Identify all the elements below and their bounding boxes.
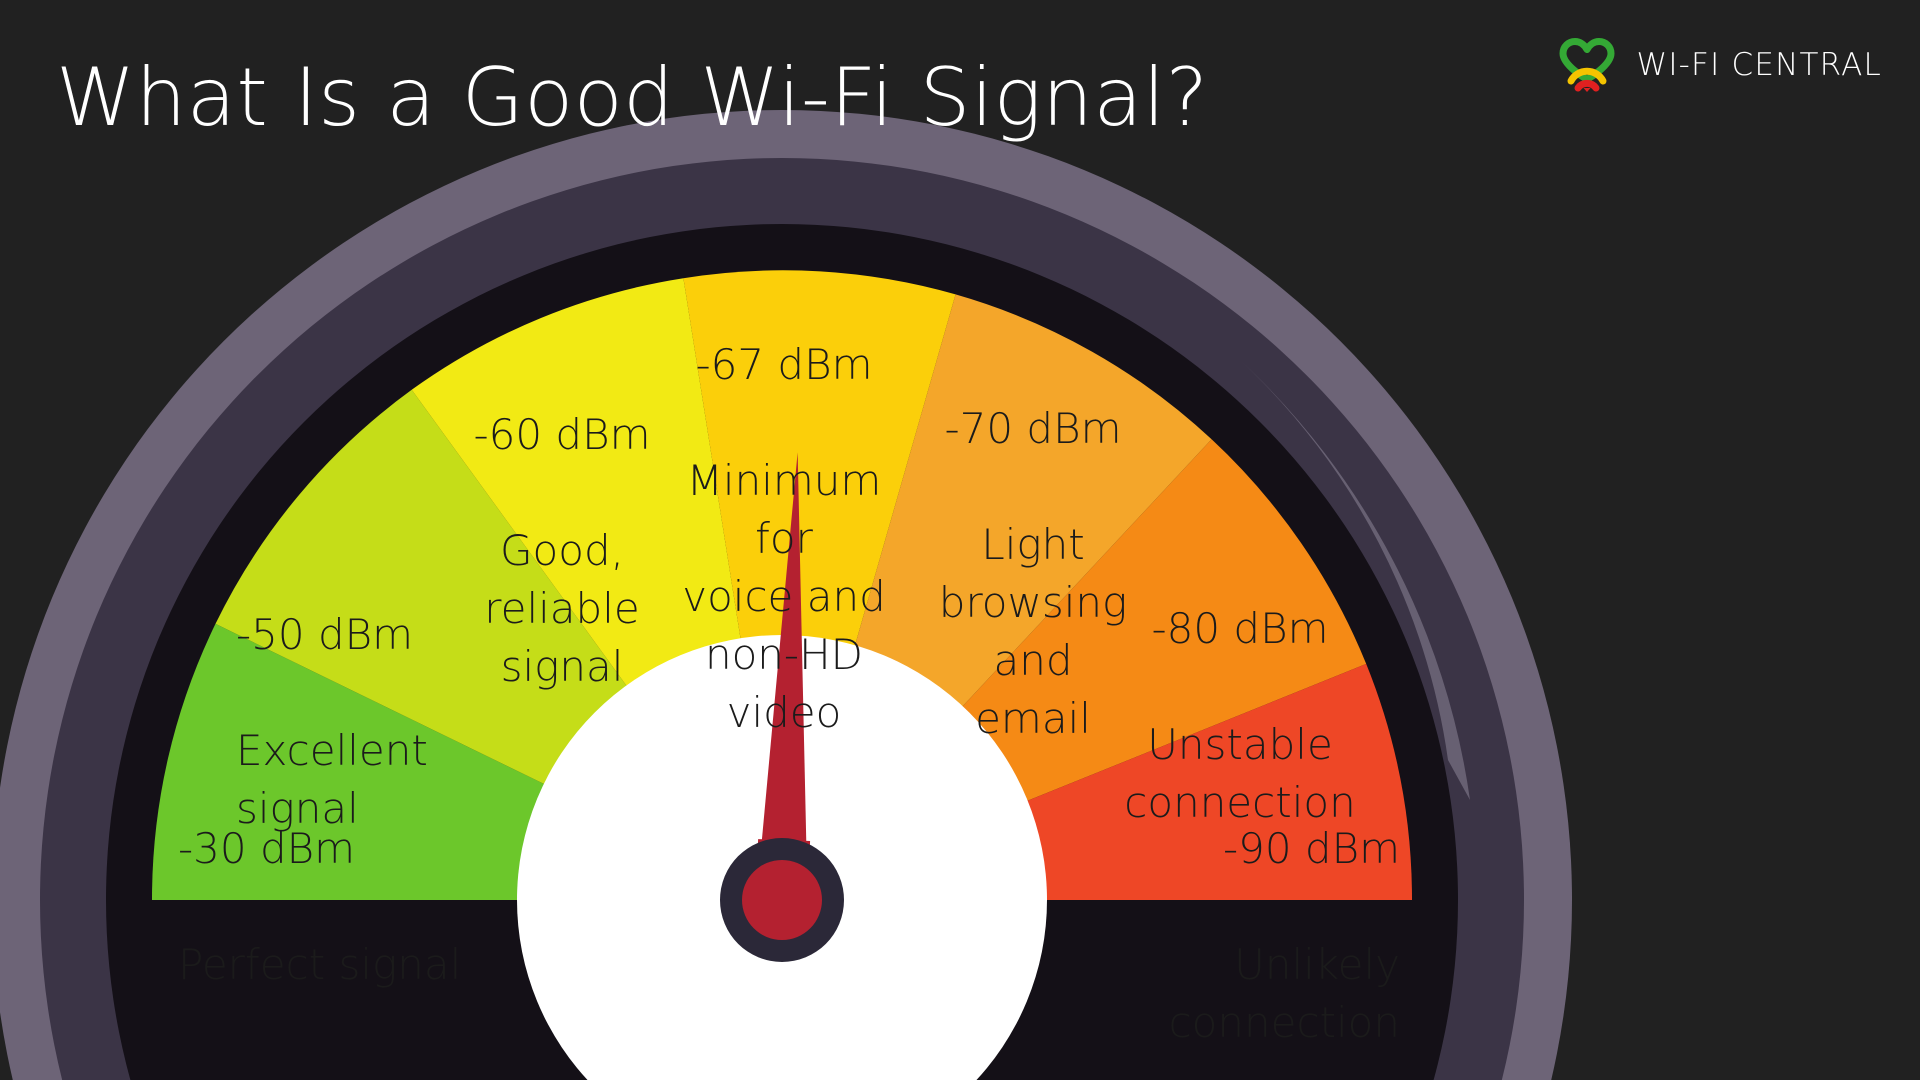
gauge-svg [0,110,1572,1080]
page-title: What Is a Good Wi-Fi Signal? [56,51,1209,144]
brand-name: WI-FI CENTRAL [1636,47,1882,83]
heart-wifi-logo-icon [1559,38,1615,92]
wifi-signal-gauge [0,0,1920,1080]
infographic-canvas: -30 dBm Perfect signal -50 dBm Excellent… [0,0,1920,1080]
gauge-hub-center [742,860,822,940]
brand-logo-lockup: WI-FI CENTRAL [1556,36,1882,94]
